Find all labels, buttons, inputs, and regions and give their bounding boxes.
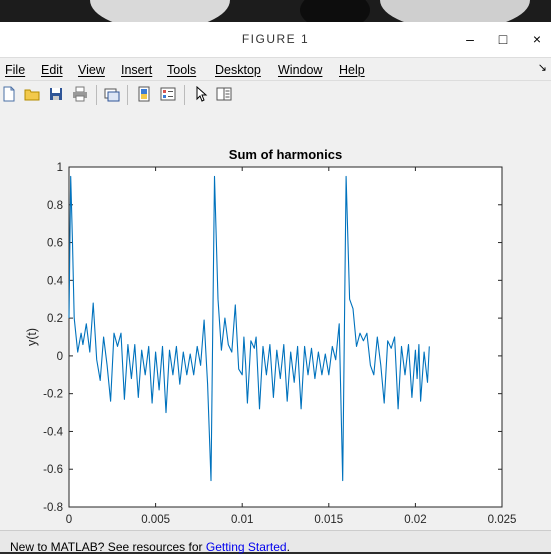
menu-window[interactable]: Window (278, 63, 322, 77)
figure-canvas: 1 0.8 0.6 0.4 0.2 0 -0.2 -0.4 -0.6 -0.8 0 0.005 0.01… (0, 109, 551, 546)
title-bar: FIGURE 1 – □ × (0, 22, 551, 57)
toolbar (0, 80, 551, 110)
status-bar: New to MATLAB? See resources for Getting… (0, 530, 551, 554)
menu-desktop[interactable]: Desktop (215, 63, 261, 77)
y-tick-label: -0.4 (43, 426, 63, 438)
y-tick-label: -0.2 (43, 389, 63, 401)
y-tick-label: 0.8 (47, 200, 63, 212)
minimize-button[interactable]: – (457, 28, 483, 50)
menu-tools[interactable]: Tools (167, 63, 196, 77)
y-tick-label: 0 (57, 351, 63, 363)
chart: 10.80.60.40.20-0.2-0.4-0.6-0.80 0.005 0.01… (25, 147, 517, 546)
maximize-button[interactable]: □ (490, 28, 516, 50)
y-tick-label: 0.6 (47, 238, 63, 250)
chart-title: Sum of harmonics (229, 147, 342, 162)
x-tick-label: 0.02 (404, 514, 426, 526)
dock-figure-icon[interactable]: ↘ (538, 61, 547, 74)
link-plot-icon[interactable] (104, 86, 120, 102)
menu-edit[interactable]: Edit (41, 63, 63, 77)
figure-window: FIGURE 1 – □ × File Edit View Insert Too… (0, 22, 551, 554)
getting-started-link[interactable]: Getting Started (206, 540, 287, 554)
y-axis-label: y(t) (25, 328, 39, 346)
x-tick-label: 0.01 (231, 514, 253, 526)
x-tick-label: 0.005 (141, 514, 170, 526)
menu-bar: File Edit View Insert Tools Desktop Wind… (0, 57, 551, 81)
legend-icon[interactable] (160, 86, 176, 102)
background-photo (0, 0, 551, 22)
colorbar-icon[interactable] (136, 86, 152, 102)
x-tick-label: 0.025 (488, 514, 517, 526)
property-inspector-icon[interactable] (216, 86, 232, 102)
y-tick-label: 1 (57, 162, 63, 174)
axes-box (68, 166, 503, 508)
menu-insert[interactable]: Insert (121, 63, 152, 77)
save-icon[interactable] (48, 86, 64, 102)
x-tick-label: 0.015 (314, 514, 343, 526)
status-suffix: . (286, 540, 290, 554)
status-prefix: New to MATLAB? See resources for (10, 540, 206, 554)
new-figure-icon[interactable] (1, 86, 17, 102)
print-icon[interactable] (72, 86, 88, 102)
menu-view[interactable]: View (78, 63, 105, 77)
close-button[interactable]: × (524, 28, 550, 50)
status-message: New to MATLAB? See resources for Getting… (10, 540, 290, 554)
y-tick-label: 0.2 (47, 313, 63, 325)
pointer-icon[interactable] (193, 86, 209, 102)
menu-help[interactable]: Help (339, 63, 365, 77)
open-file-icon[interactable] (24, 86, 40, 102)
menu-file[interactable]: File (5, 63, 25, 77)
y-tick-label: -0.6 (43, 464, 63, 476)
y-tick-label: 0.4 (47, 275, 64, 287)
y-tick-label: -0.8 (43, 502, 63, 514)
x-tick-label: 0 (66, 514, 72, 526)
